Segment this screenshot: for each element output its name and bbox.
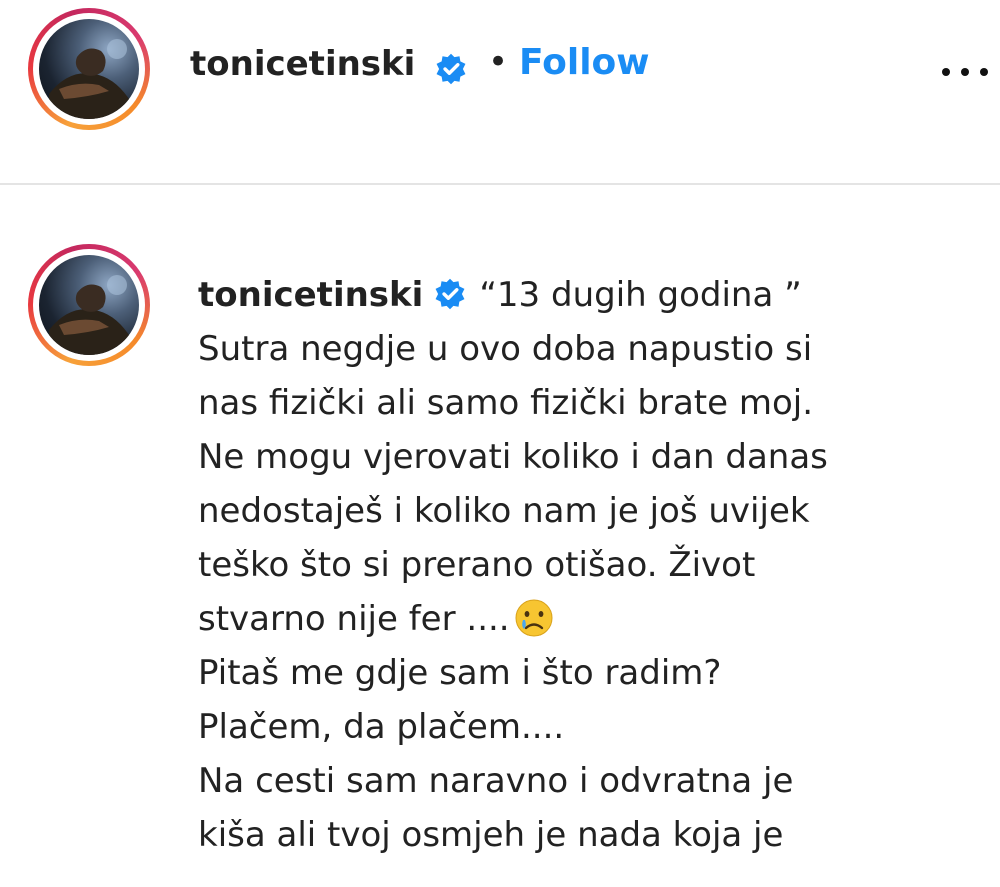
- caption-text: Na cesti sam naravno i odvratna je: [198, 761, 794, 801]
- caption-text: Sutra negdje u ovo doba napustio si: [198, 329, 813, 369]
- caption-line-emoji: stvarno nije fer ....: [198, 592, 988, 646]
- avatar-photo: [39, 255, 139, 355]
- header-username[interactable]: tonicetinski: [190, 47, 415, 81]
- caption-username[interactable]: tonicetinski: [198, 275, 423, 315]
- separator-dot: •: [488, 42, 509, 82]
- avatar-photo: [39, 19, 139, 119]
- more-options-icon[interactable]: [940, 62, 990, 82]
- caption-text: stvarno nije fer ....: [198, 599, 510, 639]
- caption-text: “13 dugih godina ”: [479, 275, 802, 315]
- post-header: tonicetinski • Follow: [0, 0, 1000, 183]
- caption-text: teško što si prerano otišao. Život: [198, 545, 756, 585]
- caption-text: Plačem, da plačem....: [198, 707, 565, 747]
- caption-text: nedostaješ i koliko nam je još uvijek: [198, 491, 810, 531]
- follow-button[interactable]: Follow: [519, 45, 650, 81]
- caption-text: nas fizički ali samo fizički brate moj.: [198, 383, 814, 423]
- crying-face-emoji: [514, 598, 554, 638]
- verified-badge-icon: [434, 52, 468, 86]
- caption-text: kiša ali tvoj osmjeh je nada koja je: [198, 815, 784, 855]
- post-caption: tonicetinski “13 dugih godina ” Sutra neg…: [198, 268, 988, 862]
- divider: [0, 183, 1000, 185]
- caption-text: Ne mogu vjerovati koliko i dan danas: [198, 437, 828, 477]
- caption-text: Pitaš me gdje sam i što radim?: [198, 653, 722, 693]
- caption-line-1: tonicetinski “13 dugih godina ”: [198, 268, 988, 322]
- verified-badge-icon: [433, 277, 467, 311]
- caption-avatar[interactable]: [28, 244, 150, 366]
- profile-avatar[interactable]: [28, 8, 150, 130]
